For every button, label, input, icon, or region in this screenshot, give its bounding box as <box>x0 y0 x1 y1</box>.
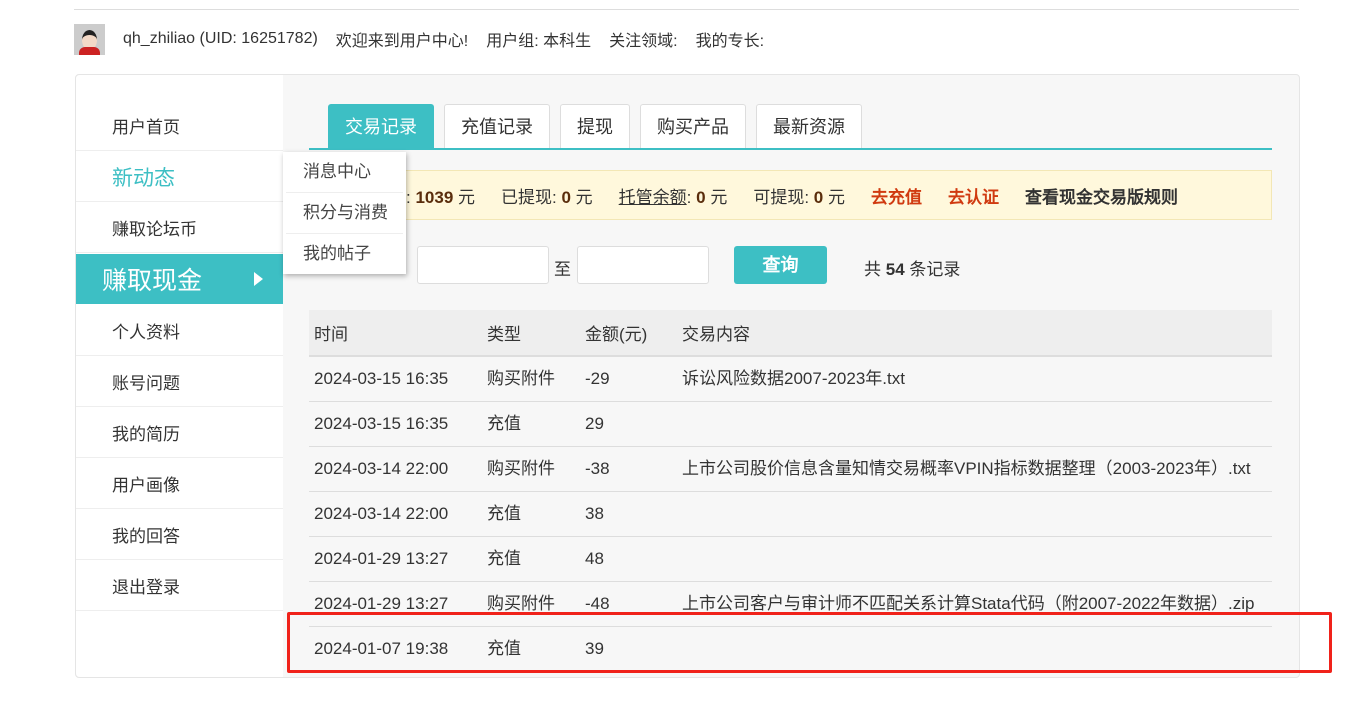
tab-transactions[interactable]: 交易记录 <box>328 104 434 148</box>
news-dropdown-menu: 消息中心 积分与消费 我的帖子 <box>283 152 406 274</box>
cell-amount: 29 <box>580 401 677 447</box>
cell-content <box>677 401 1272 447</box>
end-date-input[interactable] <box>577 246 709 284</box>
sidebar-item-profile[interactable]: 个人资料 <box>76 306 283 356</box>
table-row: 2024-03-15 16:35 充值 29 <box>309 401 1272 447</box>
withdrawn: 已提现: 0 元 <box>501 187 593 207</box>
cell-amount: -38 <box>580 446 677 492</box>
username: qh_zhiliao (UID: 16251782) <box>123 30 318 47</box>
tab-underline <box>309 148 1272 150</box>
cell-amount: 38 <box>580 491 677 537</box>
cell-time: 2024-03-14 22:00 <box>309 491 482 537</box>
total-balance: : 1039 元 <box>406 187 476 207</box>
cell-type: 充值 <box>482 491 580 537</box>
sidebar-item-news[interactable]: 新动态 <box>76 152 283 202</box>
rules-link[interactable]: 查看现金交易版规则 <box>1025 183 1178 208</box>
cell-time: 2024-03-14 22:00 <box>309 446 482 492</box>
top-divider <box>74 9 1299 10</box>
menu-item-my-posts[interactable]: 我的帖子 <box>286 234 403 274</box>
cell-time: 2024-03-15 16:35 <box>309 356 482 402</box>
table-row: 2024-03-15 16:35 购买附件 -29 诉讼风险数据2007-2023年.… <box>309 356 1272 402</box>
cell-type: 充值 <box>482 401 580 447</box>
cell-content: 诉讼风险数据2007-2023年.txt <box>677 356 1272 402</box>
verify-link[interactable]: 去认证 <box>948 183 999 208</box>
sidebar-item-label: 赚取现金 <box>102 267 203 295</box>
cell-type: 购买附件 <box>482 356 580 402</box>
cell-time: 2024-01-29 13:27 <box>309 536 482 582</box>
focus-area: 关注领域: <box>609 33 678 50</box>
col-content: 交易内容 <box>677 310 1272 357</box>
sidebar-item-answers[interactable]: 我的回答 <box>76 510 283 560</box>
menu-item-points[interactable]: 积分与消费 <box>286 193 403 234</box>
cell-content <box>677 536 1272 582</box>
cell-content: 上市公司股价信息含量知情交易概率VPIN指标数据整理（2003-2023年）.t… <box>677 446 1272 492</box>
tab-recharge[interactable]: 充值记录 <box>444 104 550 148</box>
tab-bar: 交易记录 充值记录 提现 购买产品 最新资源 <box>328 104 872 148</box>
balance-bar: : 1039 元 已提现: 0 元 托管余额: 0 元 可提现: 0 元 去充值… <box>309 170 1272 220</box>
table-row: 2024-03-14 22:00 购买附件 -38 上市公司股价信息含量知情交易概率V… <box>309 446 1272 492</box>
escrow-balance: 托管余额: 0 元 <box>618 187 728 207</box>
col-time: 时间 <box>309 310 482 357</box>
cell-content <box>677 491 1272 537</box>
start-date-input[interactable] <box>417 246 549 284</box>
skills: 我的专长: <box>695 33 765 50</box>
escrow-link[interactable]: 托管余额 <box>619 188 687 207</box>
caret-right-icon <box>254 272 263 286</box>
sidebar-item-portrait[interactable]: 用户画像 <box>76 459 283 509</box>
table-row: 2024-03-14 22:00 充值 38 <box>309 491 1272 537</box>
sidebar-item-resume[interactable]: 我的简历 <box>76 408 283 458</box>
recharge-link[interactable]: 去充值 <box>871 183 922 208</box>
col-type: 类型 <box>482 310 580 357</box>
avatar[interactable] <box>74 23 105 55</box>
sidebar-item-logout[interactable]: 退出登录 <box>76 561 283 611</box>
sidebar-item-earn-coins[interactable]: 赚取论坛币 <box>76 203 283 253</box>
sidebar-item-home[interactable]: 用户首页 <box>76 101 283 151</box>
available: 可提现: 0 元 <box>753 187 845 207</box>
tab-purchases[interactable]: 购买产品 <box>640 104 746 148</box>
sidebar-item-account[interactable]: 账号问题 <box>76 357 283 407</box>
record-count: 共 54 条记录 <box>864 260 961 279</box>
cell-type: 购买附件 <box>482 446 580 492</box>
cell-type: 充值 <box>482 536 580 582</box>
sidebar-item-earn-cash[interactable]: 赚取现金 <box>76 254 283 304</box>
tab-withdraw[interactable]: 提现 <box>560 104 630 148</box>
cell-time: 2024-03-15 16:35 <box>309 401 482 447</box>
tab-latest[interactable]: 最新资源 <box>756 104 862 148</box>
to-label: 至 <box>554 260 571 279</box>
col-amount: 金额(元) <box>580 310 677 357</box>
user-group: 用户组: 本科生 <box>486 33 592 50</box>
cell-amount: 48 <box>580 536 677 582</box>
cell-amount: -29 <box>580 356 677 402</box>
query-button[interactable]: 查询 <box>734 246 827 284</box>
welcome-text: 欢迎来到用户中心! <box>335 33 469 50</box>
sidebar: 用户首页 新动态 赚取论坛币 赚取现金 个人资料 账号问题 我的简历 用户画像 … <box>76 75 283 677</box>
highlight-box <box>287 612 1332 673</box>
menu-item-messages[interactable]: 消息中心 <box>286 152 403 193</box>
user-header: qh_zhiliao (UID: 16251782) 欢迎来到用户中心! 用户组… <box>74 23 782 55</box>
table-row: 2024-01-29 13:27 充值 48 <box>309 536 1272 582</box>
